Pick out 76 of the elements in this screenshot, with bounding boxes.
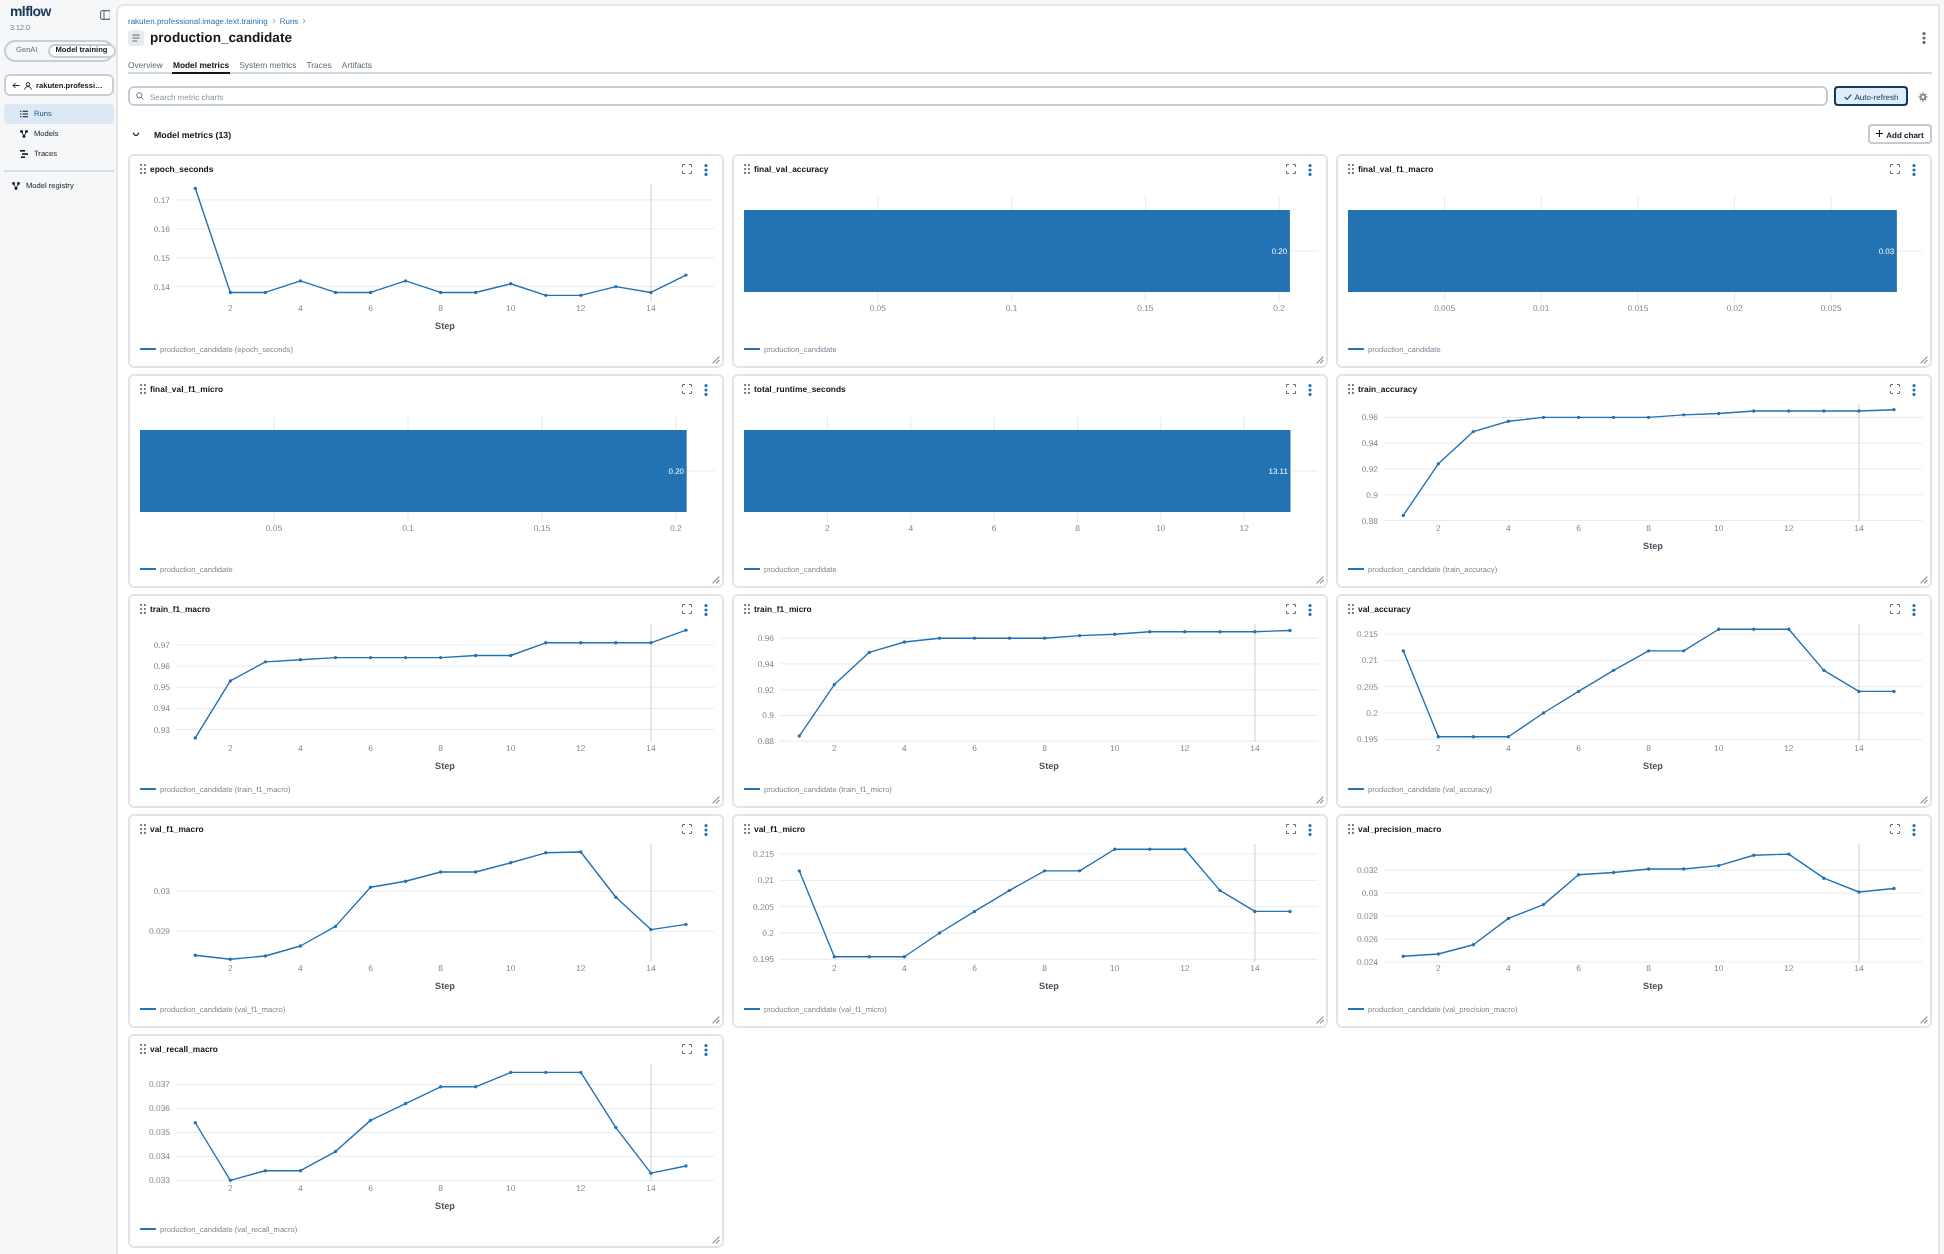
user-icon: [24, 81, 32, 89]
arrow-left-icon: [12, 81, 20, 89]
legend-line-icon: [1348, 347, 1364, 351]
check-icon: [1843, 93, 1852, 99]
fullscreen-icon[interactable]: [682, 384, 692, 394]
data-point: [368, 1118, 373, 1123]
resize-handle-icon[interactable]: [1920, 796, 1928, 804]
data-point: [972, 909, 977, 914]
fullscreen-icon[interactable]: [1286, 824, 1296, 834]
fullscreen-icon[interactable]: [1890, 164, 1900, 174]
resize-handle-icon[interactable]: [712, 576, 720, 584]
settings-icon[interactable]: [1918, 91, 1928, 101]
data-point: [333, 290, 338, 295]
data-point: [333, 1149, 338, 1154]
legend-line-icon: [744, 787, 760, 791]
resize-handle-icon[interactable]: [712, 1016, 720, 1024]
data-point: [263, 290, 268, 295]
legend-line-icon: [744, 347, 760, 351]
chevron-down-icon[interactable]: [132, 131, 140, 137]
legend-line-icon: [744, 567, 760, 571]
timeline-icon: [20, 150, 28, 158]
resize-handle-icon[interactable]: [1316, 356, 1324, 364]
fullscreen-icon[interactable]: [1286, 384, 1296, 394]
data-point: [1611, 668, 1616, 673]
legend-line-icon: [744, 1007, 760, 1011]
data-point: [1007, 888, 1012, 893]
resize-handle-icon[interactable]: [712, 1236, 720, 1244]
data-point: [1576, 689, 1581, 694]
fullscreen-icon[interactable]: [1890, 604, 1900, 614]
resize-handle-icon[interactable]: [1920, 1016, 1928, 1024]
resize-handle-icon[interactable]: [1316, 1016, 1324, 1024]
resize-handle-icon[interactable]: [1316, 796, 1324, 804]
data-point: [1541, 902, 1546, 907]
resize-handle-icon[interactable]: [1920, 356, 1928, 364]
plus-icon: [1876, 130, 1884, 138]
data-point: [473, 653, 478, 658]
run-icon: [128, 30, 144, 46]
legend-line-icon: [140, 1007, 156, 1011]
resize-handle-icon[interactable]: [712, 356, 720, 364]
resize-handle-icon[interactable]: [1920, 576, 1928, 584]
data-point: [1646, 415, 1651, 420]
legend-line-icon: [1348, 1007, 1364, 1011]
search-icon: [136, 92, 144, 100]
resize-handle-icon[interactable]: [712, 796, 720, 804]
data-point: [1077, 633, 1082, 638]
data-point: [333, 655, 338, 660]
fullscreen-icon[interactable]: [1286, 164, 1296, 174]
data-point: [228, 290, 233, 295]
fullscreen-icon[interactable]: [682, 824, 692, 834]
resize-handle-icon[interactable]: [1316, 576, 1324, 584]
legend-line-icon: [140, 1227, 156, 1231]
legend-line-icon: [1348, 567, 1364, 571]
fullscreen-icon[interactable]: [1890, 824, 1900, 834]
data-point: [333, 924, 338, 929]
fullscreen-icon[interactable]: [1286, 604, 1296, 614]
data-point: [867, 650, 872, 655]
fullscreen-icon[interactable]: [682, 164, 692, 174]
sidebar-toggle-icon[interactable]: [99, 10, 110, 20]
data-point: [403, 1101, 408, 1106]
legend-line-icon: [140, 787, 156, 791]
data-point: [1506, 916, 1511, 921]
data-point: [473, 290, 478, 295]
data-point: [368, 290, 373, 295]
data-point: [1471, 429, 1476, 434]
nodes-icon: [12, 182, 20, 190]
fullscreen-icon[interactable]: [1890, 384, 1900, 394]
nodes-icon: [20, 130, 28, 138]
list-icon: [20, 110, 28, 118]
legend-line-icon: [140, 347, 156, 351]
fullscreen-icon[interactable]: [682, 1044, 692, 1054]
data-point: [438, 290, 443, 295]
legend-line-icon: [1348, 787, 1364, 791]
data-point: [832, 682, 837, 687]
data-point: [1611, 870, 1616, 875]
fullscreen-icon[interactable]: [682, 604, 692, 614]
legend-line-icon: [140, 567, 156, 571]
